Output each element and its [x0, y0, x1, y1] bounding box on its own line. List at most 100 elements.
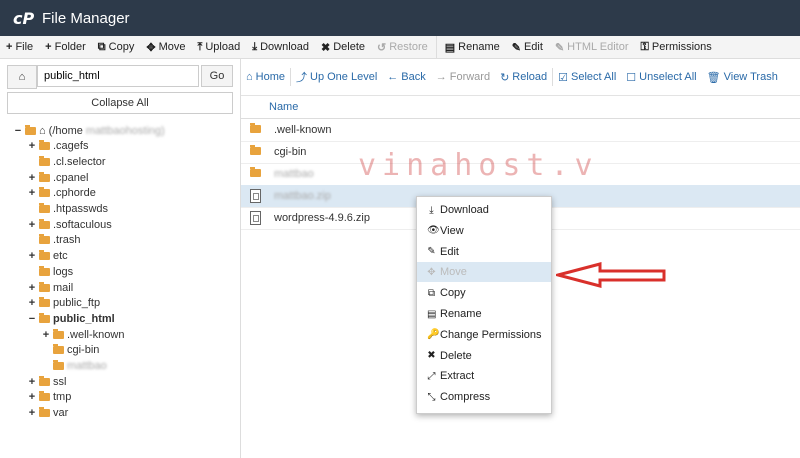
delete-icon: ✖: [321, 41, 331, 54]
folder-icon: [53, 360, 64, 370]
expand-icon[interactable]: +: [28, 407, 36, 419]
view-icon: 👁: [427, 225, 440, 237]
go-button[interactable]: Go: [201, 65, 233, 87]
tree-item-public-html[interactable]: − public_html: [28, 311, 115, 326]
tree-item-tmp[interactable]: + tmp: [28, 390, 71, 405]
tree-label: mail: [53, 281, 74, 294]
expand-icon[interactable]: +: [28, 250, 36, 262]
nav-view-trash-button[interactable]: 🗑 View Trash: [702, 71, 783, 84]
zip-file-icon: [250, 189, 261, 203]
tree-item-htpasswds[interactable]: .htpasswds: [28, 202, 108, 217]
tree-item-logs[interactable]: logs: [28, 264, 73, 279]
collapse-icon[interactable]: −: [14, 125, 22, 137]
nav-reload-button[interactable]: ↻ Reload: [495, 71, 552, 84]
expand-icon[interactable]: +: [28, 140, 36, 152]
home-icon[interactable]: ⌂: [7, 65, 37, 89]
toolbar-copy-button[interactable]: ⧉ Copy: [92, 41, 141, 54]
expand-icon[interactable]: +: [28, 391, 36, 403]
extract-icon: ⤢: [427, 370, 436, 382]
file-name: cgi-bin: [274, 146, 307, 158]
tree-item-cphorde[interactable]: + .cphorde: [28, 186, 96, 201]
folder-icon: [39, 265, 50, 276]
edit-icon: ✎: [511, 41, 521, 54]
toolbar-download-button[interactable]: ⤓ Download: [246, 41, 315, 54]
compress-icon: ⤡: [427, 391, 436, 403]
path-input[interactable]: [37, 65, 199, 87]
menu-item-rename[interactable]: ▤ Rename: [417, 304, 551, 324]
toolbar-move-button[interactable]: ✥ Move: [140, 41, 191, 54]
tree-item-softaculous[interactable]: + .softaculous: [28, 217, 112, 232]
context-menu: ⤓ Download 👁 View ✎ Edit ✥ Move ⧉ Copy ▤ Rename 🔑 Cha…: [416, 196, 552, 414]
nav-label: Reload: [512, 71, 548, 83]
menu-item-edit[interactable]: ✎ Edit: [417, 242, 551, 262]
menu-item-delete[interactable]: ✖ Delete: [417, 346, 551, 366]
toolbar-html-editor-button[interactable]: ✎ HTML Editor: [549, 41, 635, 54]
folder-open-icon: [25, 124, 36, 135]
tree-item-etc[interactable]: + etc: [28, 249, 68, 264]
tree-item-home[interactable]: − ⌂ (/home mattbaohosting): [14, 123, 165, 138]
menu-item-copy[interactable]: ⧉ Copy: [417, 283, 551, 303]
menu-item-change-permissions[interactable]: 🔑 Change Permissions: [417, 325, 551, 345]
folder-icon: [39, 250, 50, 261]
column-header-name[interactable]: Name: [241, 95, 800, 119]
expand-icon[interactable]: +: [28, 376, 36, 388]
tree-label: public_html: [53, 312, 115, 325]
home-icon: ⌂: [39, 124, 46, 137]
toolbar-upload-button[interactable]: ⤒ Upload: [191, 41, 246, 54]
collapse-all-button[interactable]: Collapse All: [7, 92, 233, 114]
toolbar-separator: [435, 36, 437, 58]
tree-item-cl-selector[interactable]: .cl.selector: [28, 154, 106, 169]
file-name: wordpress-4.9.6.zip: [274, 212, 370, 224]
toolbar-label: Upload: [205, 41, 241, 53]
nav-back-button[interactable]: ← Back: [382, 71, 430, 83]
tree-label: .softaculous: [53, 218, 112, 231]
expand-icon[interactable]: +: [28, 282, 36, 294]
collapse-icon[interactable]: −: [28, 313, 36, 325]
toolbar-folder-button[interactable]: + Folder: [39, 41, 92, 53]
tree-label: .well-known: [67, 328, 125, 341]
nav-select-all-button[interactable]: ☑ Select All: [553, 71, 621, 84]
tree-item-var[interactable]: + var: [28, 406, 68, 421]
menu-item-move[interactable]: ✥ Move: [417, 262, 551, 283]
tree-item-cagefs[interactable]: + .cagefs: [28, 139, 88, 154]
tree-label: var: [53, 407, 69, 420]
folder-icon: [39, 140, 50, 151]
menu-item-compress[interactable]: ⤡ Compress: [417, 387, 551, 407]
toolbar-label: Folder: [54, 41, 86, 53]
tree-item-trash[interactable]: .trash: [28, 233, 81, 248]
toolbar-rename-button[interactable]: ▤ Rename: [439, 41, 506, 54]
tree-item-ssl[interactable]: + ssl: [28, 374, 66, 389]
menu-item-view[interactable]: 👁 View: [417, 221, 551, 241]
file-row[interactable]: .well-known: [241, 119, 800, 142]
nav-forward-button[interactable]: → Forward: [431, 71, 495, 83]
tree-item-cpanel[interactable]: + .cpanel: [28, 170, 88, 185]
select-all-icon: ☑: [558, 71, 569, 84]
expand-icon[interactable]: +: [28, 172, 36, 184]
view-trash-icon: 🗑: [706, 71, 721, 84]
toolbar-restore-button[interactable]: ↺ Restore: [371, 41, 434, 54]
toolbar-delete-button[interactable]: ✖ Delete: [315, 41, 371, 54]
nav-home-button[interactable]: ⌂ Home: [241, 71, 290, 83]
expand-icon[interactable]: +: [42, 329, 50, 341]
toolbar-file-button[interactable]: + File: [0, 41, 39, 53]
tree-item-well-known[interactable]: + .well-known: [42, 327, 124, 342]
tree-item-cgi-bin[interactable]: cgi-bin: [42, 343, 99, 358]
toolbar-label: Download: [260, 41, 309, 53]
tree-item-mattbao[interactable]: mattbao: [42, 359, 107, 374]
tree-label: mattbao: [67, 360, 107, 372]
toolbar-edit-button[interactable]: ✎ Edit: [506, 41, 549, 54]
expand-icon[interactable]: +: [28, 219, 36, 231]
menu-item-download[interactable]: ⤓ Download: [417, 200, 551, 220]
tree-item-public-ftp[interactable]: + public_ftp: [28, 296, 100, 311]
toolbar-permissions-button[interactable]: ⚿ Permissions: [634, 41, 717, 54]
toolbar-label: Rename: [458, 41, 500, 53]
expand-icon[interactable]: +: [28, 187, 36, 199]
folder-icon: [39, 375, 50, 386]
delete-icon: ✖: [427, 350, 436, 362]
nav-unselect-all-button[interactable]: ☐ Unselect All: [621, 71, 701, 84]
menu-item-extract[interactable]: ⤢ Extract: [417, 366, 551, 386]
nav-up-one-level-button[interactable]: ⤴ Up One Level: [291, 69, 382, 85]
expand-icon[interactable]: +: [28, 297, 36, 309]
move-icon: ✥: [146, 41, 156, 54]
tree-item-mail[interactable]: + mail: [28, 280, 73, 295]
